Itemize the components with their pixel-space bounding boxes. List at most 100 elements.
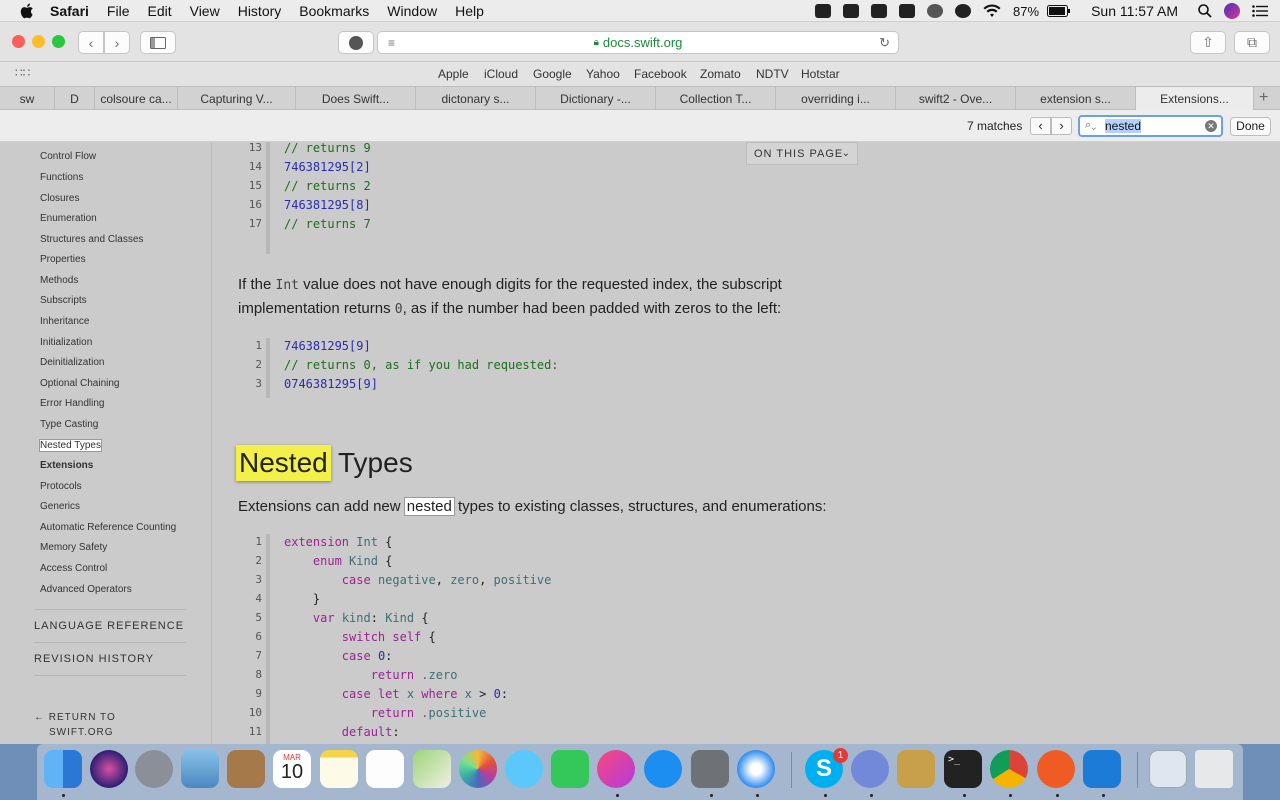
fav-icloud[interactable]: iCloud xyxy=(484,67,518,81)
menu-app-safari[interactable]: Safari xyxy=(50,3,89,19)
address-bar[interactable]: ≡ 🔒︎ docs.swift.org ↻ xyxy=(377,31,899,54)
forward-button[interactable]: › xyxy=(104,31,130,54)
sidebar-item[interactable]: Advanced Operators xyxy=(40,584,132,595)
discord-icon[interactable] xyxy=(851,750,889,788)
menu-bookmarks[interactable]: Bookmarks xyxy=(299,3,369,19)
launchpad-icon[interactable] xyxy=(135,750,173,788)
clock[interactable]: Sun 11:57 AM xyxy=(1091,3,1178,19)
trash-icon[interactable] xyxy=(1195,750,1233,788)
sidebar-item[interactable]: Closures xyxy=(40,193,79,204)
wifi-icon[interactable] xyxy=(983,4,1001,18)
elephant-icon[interactable] xyxy=(871,4,888,18)
siri-icon[interactable] xyxy=(1224,3,1240,19)
back-button[interactable]: ‹ xyxy=(78,31,104,54)
sidebar-item[interactable]: Optional Chaining xyxy=(40,378,120,389)
tabs-overview-button[interactable]: ⧉ xyxy=(1234,31,1270,54)
wd-drive-icon[interactable] xyxy=(815,4,832,18)
reload-icon[interactable]: ↻ xyxy=(879,35,890,51)
language-reference-link[interactable]: LANGUAGE REFERENCE xyxy=(34,620,184,632)
sidebar-item[interactable]: Deinitialization xyxy=(40,357,104,368)
system-preferences-icon[interactable] xyxy=(691,750,729,788)
documents-folder-icon[interactable] xyxy=(1149,750,1187,788)
fav-yahoo[interactable]: Yahoo xyxy=(586,67,620,81)
safari-icon[interactable] xyxy=(737,750,775,788)
find-done-button[interactable]: Done xyxy=(1230,117,1271,136)
tab-4[interactable]: Capturing V... xyxy=(178,87,296,110)
tab-10[interactable]: swift2 - Ove... xyxy=(896,87,1016,110)
sidebar-item-extensions-current[interactable]: Extensions xyxy=(40,460,93,471)
tab-7[interactable]: Dictionary -... xyxy=(536,87,656,110)
new-tab-icon[interactable]: + xyxy=(1259,89,1268,107)
menu-window[interactable]: Window xyxy=(387,3,437,19)
tab-5[interactable]: Does Swift... xyxy=(296,87,416,110)
apple-menu-icon[interactable] xyxy=(20,3,36,19)
siri-dock-icon[interactable] xyxy=(90,750,128,788)
share-button[interactable]: ⇧ xyxy=(1190,31,1226,54)
return-to-link[interactable]: ← RETURN TO xyxy=(34,712,116,723)
notification-center-icon[interactable] xyxy=(1252,5,1268,17)
sidebar-item[interactable]: Structures and Classes xyxy=(40,234,143,245)
close-window-button[interactable] xyxy=(12,35,25,48)
sidebar-item[interactable]: Access Control xyxy=(40,563,107,574)
sidebar-item[interactable]: Properties xyxy=(40,254,86,265)
extension-button[interactable] xyxy=(338,31,374,54)
find-next-button[interactable]: › xyxy=(1051,117,1072,135)
sidebar-item[interactable]: Error Handling xyxy=(40,398,104,409)
sidebar-item[interactable]: Type Casting xyxy=(40,419,98,430)
xcode-icon[interactable] xyxy=(1083,750,1121,788)
facetime-icon[interactable] xyxy=(551,750,589,788)
calendar-icon[interactable]: MAR 10 xyxy=(273,750,311,788)
menu-help[interactable]: Help xyxy=(455,3,484,19)
notes-icon[interactable] xyxy=(320,750,358,788)
on-this-page-dropdown[interactable]: ON THIS PAGE ⌄ xyxy=(746,142,858,165)
zoom-window-button[interactable] xyxy=(52,35,65,48)
terminal-icon[interactable]: >_ xyxy=(944,750,982,788)
sidebar-item[interactable]: Initialization xyxy=(40,337,92,348)
lock-status-icon[interactable] xyxy=(927,4,944,18)
sidebar-item[interactable]: Protocols xyxy=(40,481,82,492)
messages-icon[interactable] xyxy=(505,750,543,788)
grid-icon[interactable]: ∷∷ xyxy=(15,66,30,80)
skype-status-icon[interactable] xyxy=(955,4,972,18)
malwarebytes-icon[interactable] xyxy=(899,4,916,18)
spotlight-icon[interactable] xyxy=(1198,4,1212,18)
sidebar-item[interactable]: Memory Safety xyxy=(40,542,107,553)
sidebar-item[interactable]: Control Flow xyxy=(40,151,96,162)
sidebar-item-nested-types[interactable]: Nested Types xyxy=(40,440,101,451)
fav-hotstar[interactable]: Hotstar xyxy=(801,67,840,81)
tab-2[interactable]: D xyxy=(55,87,95,110)
fav-apple[interactable]: Apple xyxy=(438,67,469,81)
sidebar-item[interactable]: Subscripts xyxy=(40,295,87,306)
battery-percent[interactable]: 87% xyxy=(1013,4,1039,19)
mail-icon[interactable] xyxy=(181,750,219,788)
keychain-icon[interactable] xyxy=(897,750,935,788)
find-previous-button[interactable]: ‹ xyxy=(1030,117,1051,135)
clear-search-icon[interactable]: ✕ xyxy=(1205,120,1217,132)
sidebar-item[interactable]: Enumeration xyxy=(40,213,97,224)
tab-6[interactable]: dictonary s... xyxy=(416,87,536,110)
tab-3[interactable]: colsoure ca... xyxy=(95,87,178,110)
photos-icon[interactable] xyxy=(459,750,497,788)
menu-view[interactable]: View xyxy=(190,3,220,19)
minimize-window-button[interactable] xyxy=(32,35,45,48)
menu-history[interactable]: History xyxy=(238,3,282,19)
fav-google[interactable]: Google xyxy=(533,67,572,81)
sidebar-toggle-button[interactable] xyxy=(140,31,176,54)
fav-facebook[interactable]: Facebook xyxy=(634,67,687,81)
menu-edit[interactable]: Edit xyxy=(147,3,171,19)
battery-icon[interactable] xyxy=(1047,5,1071,17)
tab-12-active[interactable]: Extensions... xyxy=(1136,87,1254,110)
revision-history-link[interactable]: REVISION HISTORY xyxy=(34,653,154,665)
app-store-icon[interactable] xyxy=(644,750,682,788)
sidebar-item[interactable]: Methods xyxy=(40,275,78,286)
sidebar-item[interactable]: Functions xyxy=(40,172,83,183)
itunes-icon[interactable] xyxy=(597,750,635,788)
reminders-icon[interactable] xyxy=(366,750,404,788)
tab-9[interactable]: overriding i... xyxy=(776,87,896,110)
fav-ndtv[interactable]: NDTV xyxy=(756,67,789,81)
sidebar-item[interactable]: Inheritance xyxy=(40,316,89,327)
sidebar-item[interactable]: Generics xyxy=(40,501,80,512)
contacts-icon[interactable] xyxy=(227,750,265,788)
tab-8[interactable]: Collection T... xyxy=(656,87,776,110)
tab-11[interactable]: extension s... xyxy=(1016,87,1136,110)
